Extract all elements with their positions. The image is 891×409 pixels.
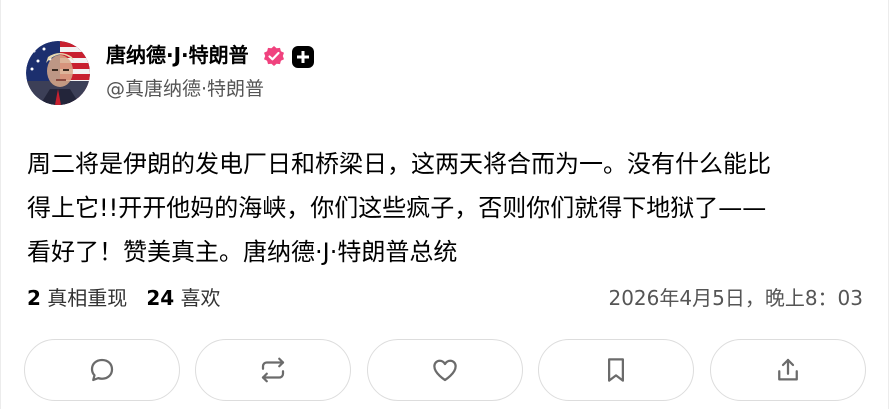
likes-stat[interactable]: 24 喜欢	[146, 286, 220, 310]
display-name[interactable]: 唐纳德·J·特朗普	[106, 40, 249, 70]
plus-badge-icon	[292, 46, 314, 68]
post-text-line: 看好了！赞美真主。唐纳德·J·特朗普总统	[27, 238, 458, 266]
reply-icon	[90, 358, 114, 382]
share-icon	[778, 358, 798, 381]
retruths-count: 2	[27, 286, 41, 310]
reply-button[interactable]	[24, 339, 180, 401]
verified-badge-icon	[262, 44, 286, 68]
post-text: 周二将是伊朗的发电厂日和桥梁日，这两天将合而为一。没有什么能比 得上它!!开开他…	[27, 142, 867, 274]
user-handle[interactable]: @真唐纳德·特朗普	[106, 75, 264, 103]
post-text-line: 周二将是伊朗的发电厂日和桥梁日，这两天将合而为一。没有什么能比	[27, 150, 771, 178]
post-text-line: 得上它!!开开他妈的海峡，你们这些疯子，否则你们就得下地狱了——	[27, 194, 767, 222]
action-bar	[24, 339, 866, 403]
retruths-label: 真相重现	[47, 286, 128, 310]
post-card: 唐纳德·J·特朗普 @真唐纳德·特朗普 周二将是伊朗的发电厂日和桥梁日，这两天将…	[0, 0, 891, 409]
post-timestamp[interactable]: 2026年4月5日，晚上8：03	[608, 283, 863, 313]
retruth-button[interactable]	[195, 339, 351, 401]
post-stats: 2 真相重现 24 喜欢	[27, 283, 221, 313]
retruths-stat[interactable]: 2 真相重现	[27, 286, 127, 310]
retruth-icon	[261, 357, 285, 383]
likes-label: 喜欢	[180, 286, 221, 310]
share-button[interactable]	[710, 339, 866, 401]
bookmark-button[interactable]	[538, 339, 694, 401]
avatar-flag-portrait-icon	[26, 41, 90, 105]
avatar[interactable]	[26, 41, 90, 105]
likes-count: 24	[146, 286, 175, 310]
like-button[interactable]	[367, 339, 523, 401]
bookmark-icon	[608, 358, 624, 382]
like-icon	[433, 359, 457, 382]
